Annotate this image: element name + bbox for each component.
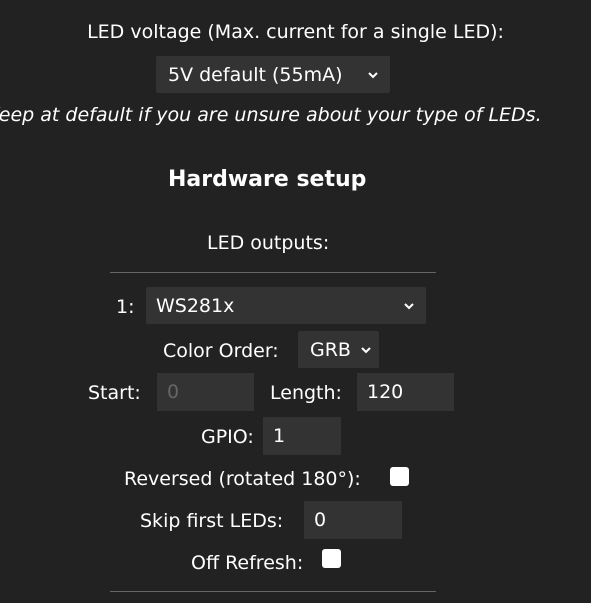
gpio-label: GPIO:	[201, 426, 254, 448]
reversed-checkbox[interactable]	[390, 467, 409, 486]
skip-first-value: 0	[314, 509, 327, 531]
skip-first-input[interactable]: 0	[304, 501, 402, 539]
off-refresh-label: Off Refresh:	[191, 552, 304, 574]
color-order-label: Color Order:	[163, 340, 279, 362]
divider-top	[110, 272, 436, 273]
start-input[interactable]: 0	[157, 373, 254, 411]
chevron-down-icon	[402, 299, 416, 313]
led-voltage-select[interactable]: 5V default (55mA)	[156, 56, 390, 93]
hardware-setup-title: Hardware setup	[168, 167, 367, 192]
led-type-select[interactable]: WS281x	[146, 287, 426, 324]
divider-bottom	[110, 591, 436, 592]
chevron-down-icon	[366, 68, 380, 82]
off-refresh-checkbox[interactable]	[322, 549, 341, 568]
length-input[interactable]: 120	[357, 373, 454, 411]
color-order-selected: GRB	[310, 338, 351, 361]
gpio-input[interactable]: 1	[263, 417, 341, 455]
led-voltage-hint: Keep at default if you are unsure about …	[0, 104, 542, 126]
start-label: Start:	[88, 382, 141, 404]
led-voltage-selected: 5V default (55mA)	[168, 63, 343, 86]
led-type-selected: WS281x	[156, 294, 235, 317]
output-index-label: 1:	[116, 296, 135, 318]
led-outputs-label: LED outputs:	[207, 232, 330, 254]
skip-first-label: Skip first LEDs:	[140, 510, 284, 532]
reversed-label: Reversed (rotated 180°):	[124, 468, 361, 490]
gpio-value: 1	[273, 425, 286, 447]
led-voltage-label: LED voltage (Max. current for a single L…	[87, 21, 504, 43]
start-placeholder: 0	[167, 381, 180, 403]
length-value: 120	[367, 381, 404, 403]
length-label: Length:	[270, 382, 342, 404]
chevron-down-icon	[359, 343, 373, 357]
color-order-select[interactable]: GRB	[298, 331, 379, 368]
